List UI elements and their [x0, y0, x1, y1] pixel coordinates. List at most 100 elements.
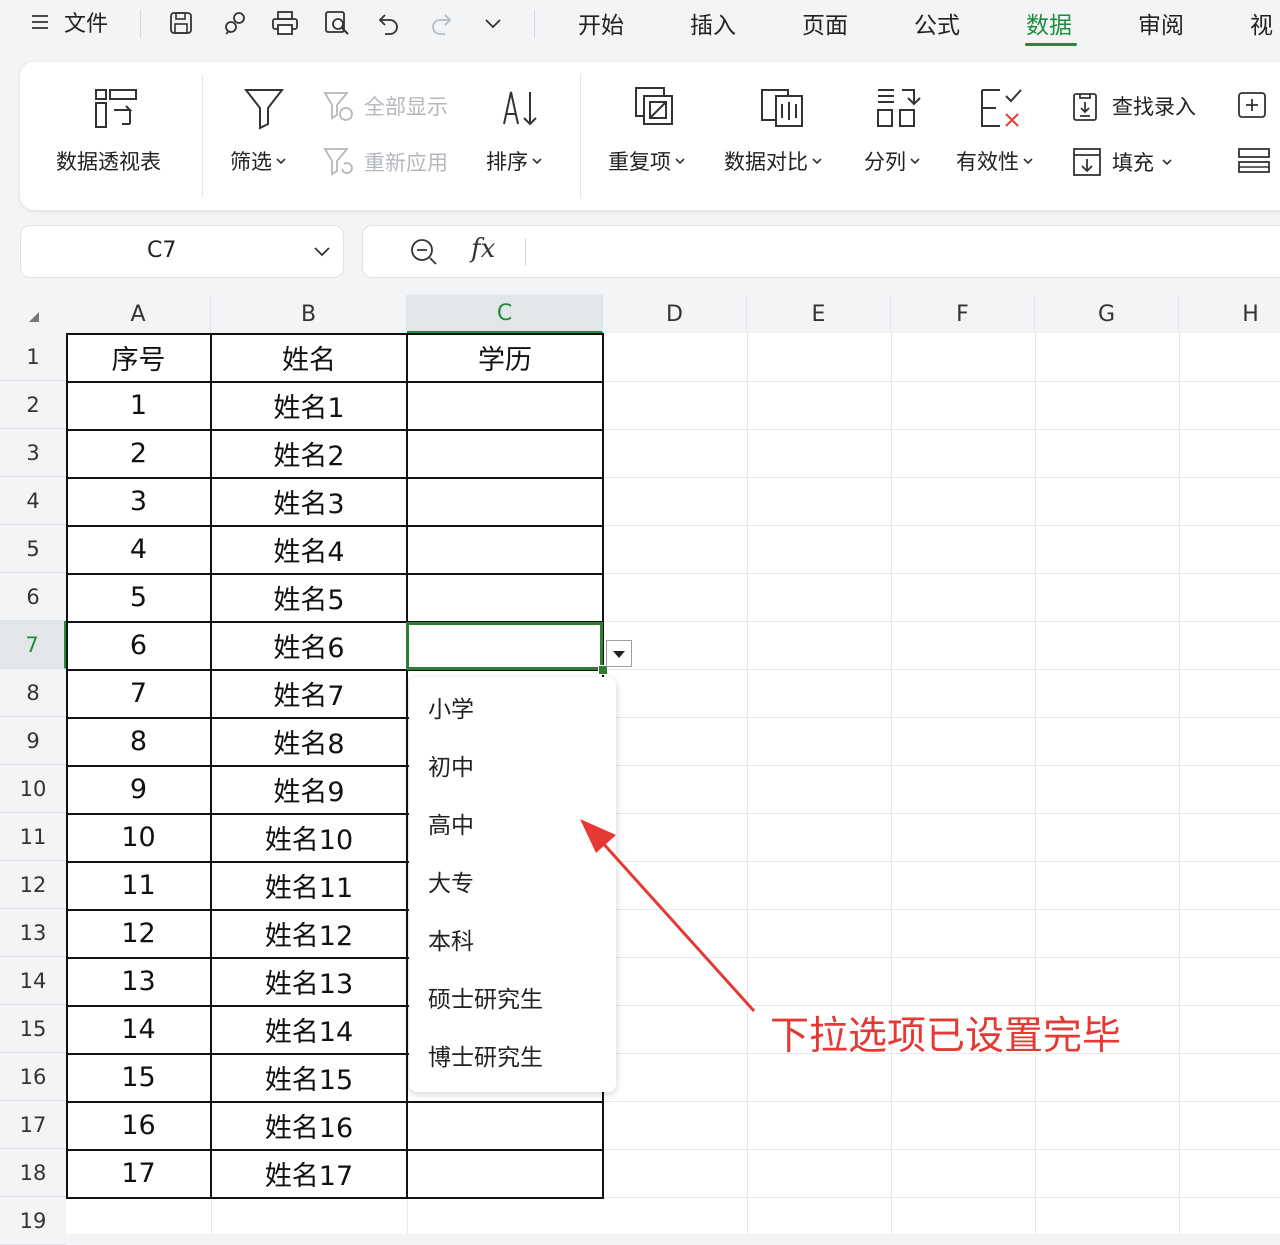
dropdown-option[interactable]: 高中: [428, 803, 474, 843]
cell-b[interactable]: 姓名1: [211, 381, 407, 429]
cell-a[interactable]: 1: [66, 381, 211, 429]
row-header-selected[interactable]: 7: [0, 621, 66, 669]
tab-insert[interactable]: 插入: [690, 0, 736, 46]
cell-a[interactable]: 16: [66, 1101, 211, 1149]
column-header-d[interactable]: D: [603, 295, 747, 333]
column-header-g[interactable]: G: [1035, 295, 1179, 333]
tab-review[interactable]: 审阅: [1138, 0, 1184, 46]
tab-data[interactable]: 数据: [1026, 0, 1072, 46]
cell-b[interactable]: 姓名14: [211, 1005, 407, 1053]
cell-b[interactable]: 姓名2: [211, 429, 407, 477]
undo-icon[interactable]: [374, 8, 404, 38]
cell-a[interactable]: 12: [66, 909, 211, 957]
row-header[interactable]: 13: [0, 909, 66, 957]
dropdown-option[interactable]: 小学: [428, 687, 474, 727]
cell-a[interactable]: 10: [66, 813, 211, 861]
row-header[interactable]: 1: [0, 333, 66, 381]
row-header[interactable]: 19: [0, 1197, 66, 1245]
cell-b[interactable]: 姓名6: [211, 621, 407, 669]
cell-b[interactable]: 姓名17: [211, 1149, 407, 1197]
print-icon[interactable]: [270, 8, 300, 38]
column-header-f[interactable]: F: [891, 295, 1035, 333]
link-icon[interactable]: [220, 8, 250, 38]
sort-button[interactable]: 排序: [476, 62, 566, 210]
filter-button[interactable]: 筛选: [220, 62, 308, 210]
row-header[interactable]: 18: [0, 1149, 66, 1197]
cell-a[interactable]: 2: [66, 429, 211, 477]
cell-b[interactable]: 姓名15: [211, 1053, 407, 1101]
cell-a[interactable]: 7: [66, 669, 211, 717]
cell-b[interactable]: 姓名3: [211, 477, 407, 525]
row-header[interactable]: 3: [0, 429, 66, 477]
cell-b[interactable]: 姓名10: [211, 813, 407, 861]
insert-function-icon[interactable]: fx: [471, 234, 495, 264]
dropdown-option[interactable]: 大专: [428, 861, 474, 901]
cell-b[interactable]: 姓名5: [211, 573, 407, 621]
cell-a[interactable]: 9: [66, 765, 211, 813]
row-header[interactable]: 8: [0, 669, 66, 717]
cell-a[interactable]: 15: [66, 1053, 211, 1101]
tab-formulas[interactable]: 公式: [914, 0, 960, 46]
print-preview-icon[interactable]: [322, 8, 352, 38]
cell-a[interactable]: 6: [66, 621, 211, 669]
pivot-table-button[interactable]: 数据透视表: [42, 62, 192, 210]
cell-b[interactable]: 姓名12: [211, 909, 407, 957]
cell-b[interactable]: 姓名7: [211, 669, 407, 717]
cell-b[interactable]: 姓名9: [211, 765, 407, 813]
insert-row-icon[interactable]: [1236, 88, 1270, 122]
cell-b[interactable]: 姓名4: [211, 525, 407, 573]
duplicates-button[interactable]: 重复项: [600, 62, 704, 210]
row-header[interactable]: 14: [0, 957, 66, 1005]
cell-a[interactable]: 17: [66, 1149, 211, 1197]
select-all-corner[interactable]: [0, 295, 66, 333]
find-entry-button[interactable]: 查找录入: [1070, 86, 1196, 126]
row-header[interactable]: 5: [0, 525, 66, 573]
cell-a[interactable]: 3: [66, 477, 211, 525]
chevron-down-icon[interactable]: [313, 245, 331, 259]
column-header-b[interactable]: B: [211, 295, 407, 333]
row-header[interactable]: 4: [0, 477, 66, 525]
cell-a1[interactable]: 序号: [66, 333, 211, 381]
row-header[interactable]: 12: [0, 861, 66, 909]
column-header-a[interactable]: A: [66, 295, 211, 333]
consolidate-icon[interactable]: [1236, 144, 1270, 178]
row-header[interactable]: 10: [0, 765, 66, 813]
row-header[interactable]: 9: [0, 717, 66, 765]
file-menu[interactable]: 文件: [30, 0, 108, 44]
dropdown-option[interactable]: 初中: [428, 745, 474, 785]
row-header[interactable]: 6: [0, 573, 66, 621]
dropdown-option[interactable]: 博士研究生: [428, 1035, 543, 1075]
cell-a[interactable]: 13: [66, 957, 211, 1005]
tab-home[interactable]: 开始: [578, 0, 624, 46]
cell-a[interactable]: 14: [66, 1005, 211, 1053]
cell-b1[interactable]: 姓名: [211, 333, 407, 381]
dropdown-option[interactable]: 本科: [428, 919, 474, 959]
row-header[interactable]: 2: [0, 381, 66, 429]
active-cell-c7[interactable]: [406, 622, 603, 670]
cell-c1[interactable]: 学历: [407, 333, 603, 381]
cell-b[interactable]: 姓名8: [211, 717, 407, 765]
show-all-button[interactable]: 全部显示: [322, 86, 448, 126]
quick-access-more-icon[interactable]: [478, 8, 508, 38]
cell-a[interactable]: 11: [66, 861, 211, 909]
data-validation-button[interactable]: 有效性: [950, 62, 1054, 210]
column-header-c[interactable]: C: [407, 295, 603, 333]
cell-b[interactable]: 姓名16: [211, 1101, 407, 1149]
cell-a[interactable]: 4: [66, 525, 211, 573]
save-icon[interactable]: [166, 8, 196, 38]
column-header-h[interactable]: H: [1179, 295, 1280, 333]
name-box[interactable]: C7: [20, 225, 344, 278]
row-header[interactable]: 11: [0, 813, 66, 861]
redo-icon[interactable]: [426, 8, 456, 38]
data-compare-button[interactable]: 数据对比: [720, 62, 844, 210]
fill-button[interactable]: 填充: [1070, 142, 1172, 182]
row-header[interactable]: 17: [0, 1101, 66, 1149]
zoom-out-icon[interactable]: [409, 237, 439, 267]
validation-dropdown-button[interactable]: [606, 640, 632, 667]
dropdown-option[interactable]: 硕士研究生: [428, 977, 543, 1017]
row-header[interactable]: 16: [0, 1053, 66, 1101]
tab-view[interactable]: 视: [1250, 0, 1273, 46]
cell-a[interactable]: 5: [66, 573, 211, 621]
row-header[interactable]: 15: [0, 1005, 66, 1053]
cell-b[interactable]: 姓名11: [211, 861, 407, 909]
